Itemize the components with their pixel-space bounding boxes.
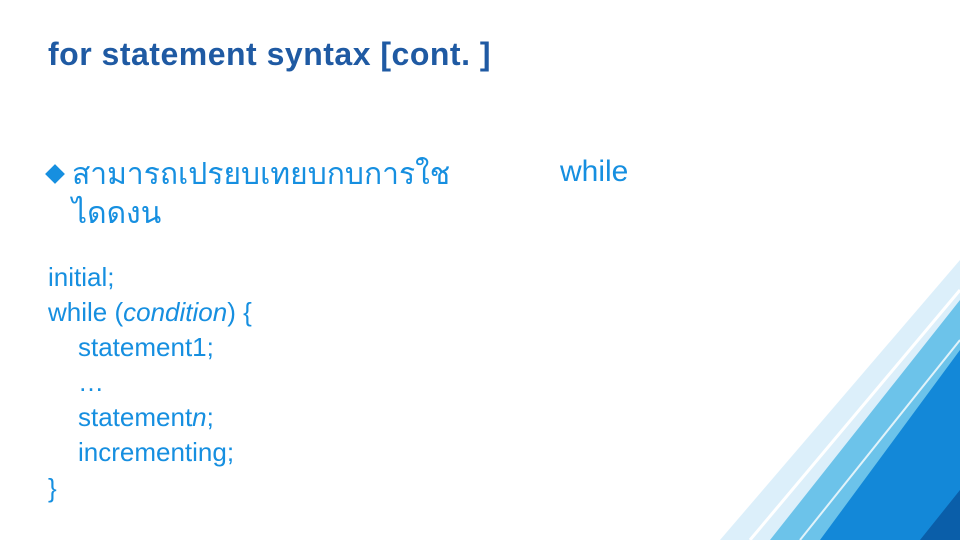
bullet-text: สามารถเปรยบเทยบกบการใช ไดดงน xyxy=(72,155,450,233)
code-l5-a: statement xyxy=(78,402,192,432)
code-l5-c: ; xyxy=(207,402,214,432)
triangle-decoration-icon xyxy=(660,260,960,540)
code-l5-n: n xyxy=(192,402,206,432)
bullet-line-2: ไดดงน xyxy=(72,197,161,230)
diamond-bullet-icon xyxy=(45,164,65,184)
slide-title: for statement syntax [cont. ] xyxy=(48,36,491,73)
code-line-6: incrementing; xyxy=(48,435,252,470)
code-l2-condition: condition xyxy=(123,297,227,327)
code-line-5: statementn; xyxy=(48,400,252,435)
code-line-2: while (condition) { xyxy=(48,295,252,330)
code-line-7: } xyxy=(48,471,252,506)
code-l2-c: ) { xyxy=(227,297,252,327)
code-line-3: statement1; xyxy=(48,330,252,365)
page-number: 18 xyxy=(874,485,894,506)
corner-decoration xyxy=(660,260,960,540)
while-keyword: while xyxy=(560,155,628,189)
bullet-line-1: สามารถเปรยบเทยบกบการใช xyxy=(72,158,450,191)
code-l2-a: while ( xyxy=(48,297,123,327)
code-line-1: initial; xyxy=(48,260,252,295)
code-block: initial; while (condition) { statement1;… xyxy=(48,260,252,506)
code-line-4: … xyxy=(48,365,252,400)
slide: for statement syntax [cont. ] สามารถเปรย… xyxy=(0,0,960,540)
